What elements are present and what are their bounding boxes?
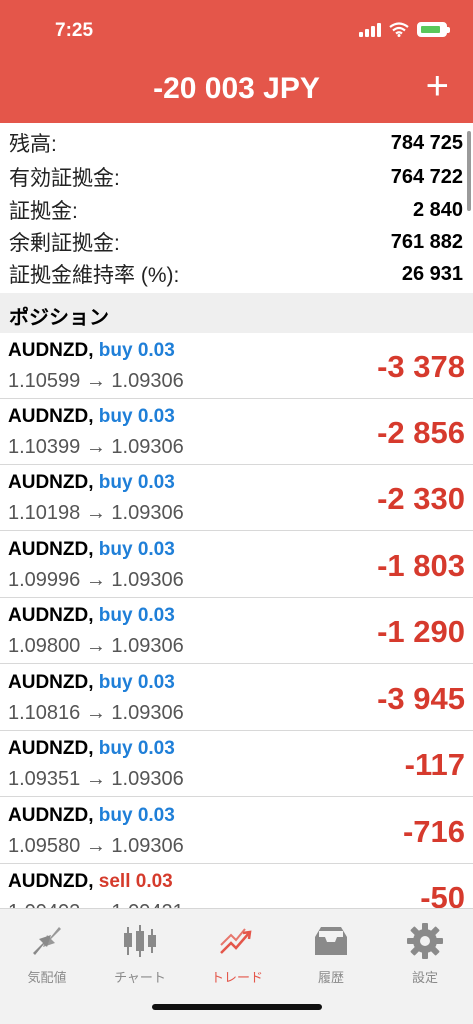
wifi-icon xyxy=(389,22,409,37)
position-side: buy 0.03 xyxy=(98,539,175,560)
page-title: -20 003 JPY xyxy=(153,72,320,105)
add-order-button[interactable]: + xyxy=(426,66,449,106)
home-indicator[interactable] xyxy=(152,1004,322,1010)
summary-label: 余剰証拠金: xyxy=(9,232,120,255)
position-symbol: AUDNZD, xyxy=(8,605,94,626)
position-symbol: AUDNZD, xyxy=(8,340,94,361)
position-symbol: AUDNZD, xyxy=(8,539,94,560)
quotes-icon xyxy=(7,921,87,961)
position-symbol: AUDNZD, xyxy=(8,672,94,693)
position-symbol: AUDNZD, xyxy=(8,871,94,892)
summary-value: 764 722 xyxy=(390,165,463,188)
tab-label: 履歴 xyxy=(317,970,344,985)
position-row[interactable]: AUDNZD, buy 0.03 1.09996 → 1.09306 -1 80… xyxy=(0,532,473,598)
trade-icon xyxy=(197,921,277,961)
positions-section-header: ポジション xyxy=(0,293,473,333)
summary-value: 784 725 xyxy=(390,131,463,154)
status-icons xyxy=(359,22,450,37)
tab-label: チャート xyxy=(114,970,166,985)
tab-label: 設定 xyxy=(411,970,438,985)
position-prices: 1.10599 → 1.09306 xyxy=(8,370,184,392)
position-profit: -2 856 xyxy=(377,415,465,450)
position-prices: 1.09351 → 1.09306 xyxy=(8,768,184,790)
summary-value: 26 931 xyxy=(401,262,463,285)
position-side: buy 0.03 xyxy=(98,672,175,693)
position-profit: -2 330 xyxy=(377,481,465,516)
header-bar: 7:25 -20 003 JPY + xyxy=(0,0,473,123)
summary-label: 証拠金維持率 (%): xyxy=(9,264,180,287)
section-title: ポジション xyxy=(9,307,109,329)
tab-quotes[interactable]: 気配値 xyxy=(7,921,87,986)
position-symbol: AUDNZD, xyxy=(8,472,94,493)
position-prices: 1.10399 → 1.09306 xyxy=(8,436,184,458)
scrollbar[interactable] xyxy=(467,131,471,211)
position-side: buy 0.03 xyxy=(98,406,175,427)
summary-row-margin: 証拠金: 2 840 xyxy=(9,193,463,227)
position-profit: -3 945 xyxy=(377,681,465,716)
tab-history[interactable]: 履歴 xyxy=(291,921,371,986)
position-prices: 1.10198 → 1.09306 xyxy=(8,502,184,524)
tab-chart[interactable]: チャート xyxy=(100,921,180,986)
summary-label: 有効証拠金: xyxy=(9,167,120,190)
summary-row-equity: 有効証拠金: 764 722 xyxy=(9,160,463,194)
position-prices: 1.09800 → 1.09306 xyxy=(8,635,184,657)
summary-row-free-margin: 余剰証拠金: 761 882 xyxy=(9,225,463,259)
position-row[interactable]: AUDNZD, buy 0.03 1.09800 → 1.09306 -1 29… xyxy=(0,598,473,664)
position-row[interactable]: AUDNZD, buy 0.03 1.10816 → 1.09306 -3 94… xyxy=(0,665,473,731)
position-profit: -716 xyxy=(402,814,465,849)
position-row[interactable]: AUDNZD, buy 0.03 1.10399 → 1.09306 -2 85… xyxy=(0,399,473,465)
position-row[interactable]: AUDNZD, buy 0.03 1.10198 → 1.09306 -2 33… xyxy=(0,465,473,531)
settings-gear-icon xyxy=(385,921,465,961)
position-row[interactable]: AUDNZD, buy 0.03 1.10599 → 1.09306 -3 37… xyxy=(0,333,473,399)
position-profit: -117 xyxy=(404,747,465,782)
position-row[interactable]: AUDNZD, buy 0.03 1.09351 → 1.09306 -117 xyxy=(0,731,473,797)
position-symbol: AUDNZD, xyxy=(8,738,94,759)
position-side: buy 0.03 xyxy=(98,805,175,826)
position-prices: 1.10816 → 1.09306 xyxy=(8,702,184,724)
history-icon xyxy=(291,921,371,961)
position-side: buy 0.03 xyxy=(98,472,175,493)
summary-row-balance: 残高: 784 725 xyxy=(9,126,463,160)
status-time: 7:25 xyxy=(55,20,94,41)
position-row[interactable]: AUDNZD, buy 0.03 1.09580 → 1.09306 -716 xyxy=(0,798,473,864)
position-prices: 1.09996 → 1.09306 xyxy=(8,569,184,591)
position-profit: -1 803 xyxy=(377,548,465,583)
position-profit: -3 378 xyxy=(377,349,465,384)
tab-label: 気配値 xyxy=(27,970,67,985)
position-side: buy 0.03 xyxy=(98,605,175,626)
tab-trade[interactable]: トレード xyxy=(197,921,277,986)
tab-label: トレード xyxy=(210,970,263,985)
position-prices: 1.09580 → 1.09306 xyxy=(8,835,184,857)
summary-label: 証拠金: xyxy=(9,200,78,223)
battery-icon xyxy=(417,22,450,37)
position-side: buy 0.03 xyxy=(98,340,175,361)
position-side: buy 0.03 xyxy=(98,738,175,759)
summary-value: 2 840 xyxy=(412,198,463,221)
position-side: sell 0.03 xyxy=(98,871,173,892)
summary-value: 761 882 xyxy=(390,230,463,253)
summary-label: 残高: xyxy=(9,133,57,156)
cellular-signal-icon xyxy=(359,22,381,37)
position-symbol: AUDNZD, xyxy=(8,406,94,427)
tab-settings[interactable]: 設定 xyxy=(385,921,465,986)
position-profit: -1 290 xyxy=(377,614,465,649)
position-symbol: AUDNZD, xyxy=(8,805,94,826)
summary-row-margin-level: 証拠金維持率 (%): 26 931 xyxy=(9,257,463,291)
chart-icon xyxy=(100,921,180,961)
account-summary: 残高: 784 725 有効証拠金: 764 722 証拠金: 2 840 余剰… xyxy=(0,123,473,293)
